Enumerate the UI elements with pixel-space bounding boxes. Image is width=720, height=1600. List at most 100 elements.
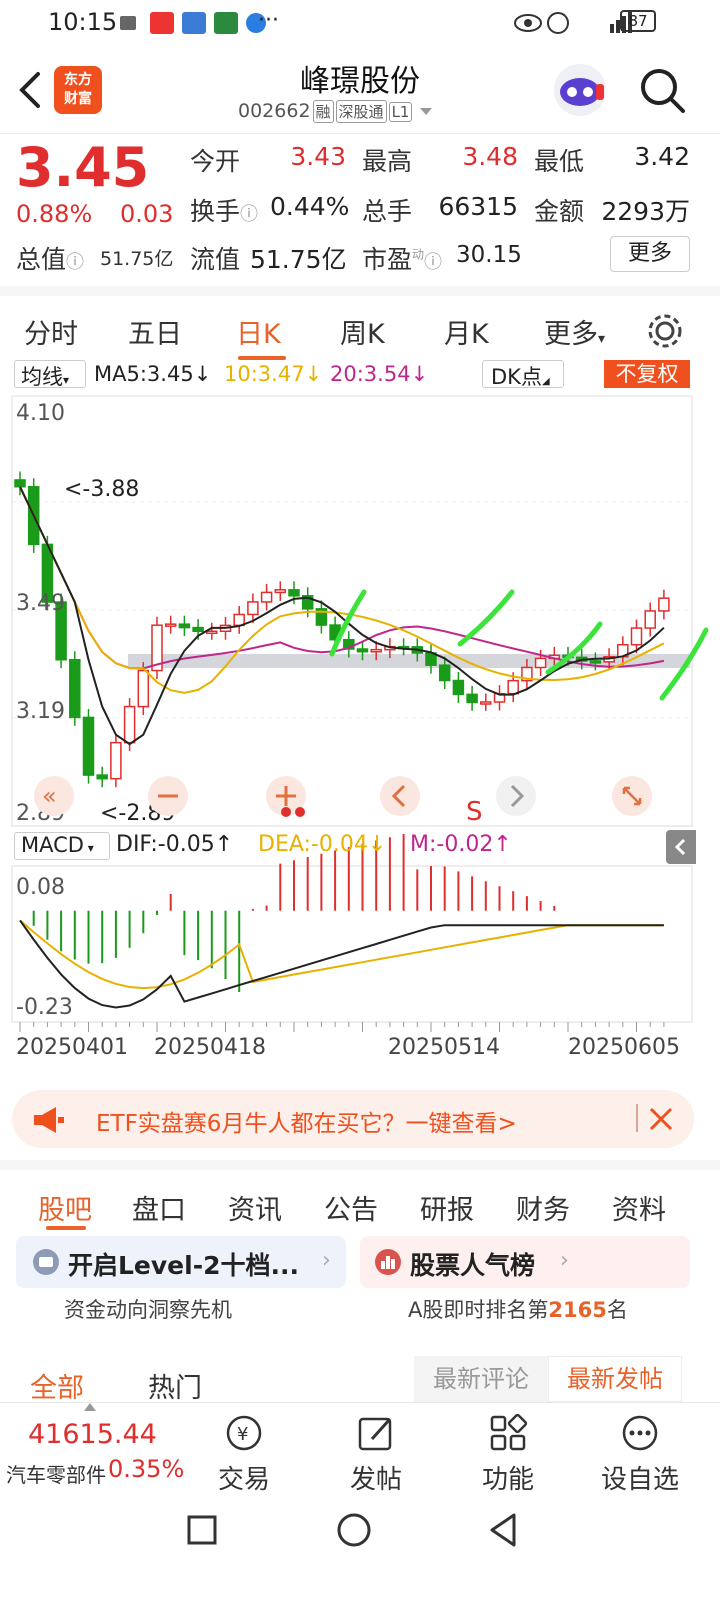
turnover-value: 0.44% <box>270 192 350 221</box>
tab-weekly-k[interactable]: 周K <box>340 312 385 351</box>
sort-latest-post[interactable]: 最新发帖 <box>548 1356 682 1402</box>
functions-grid-icon[interactable] <box>488 1413 528 1453</box>
ranking-icon <box>375 1249 401 1275</box>
open-label: 今开 <box>190 147 241 176</box>
tab-daily-k[interactable]: 日K <box>236 312 281 351</box>
candle <box>630 627 643 646</box>
status-time: 10:15 <box>48 8 118 36</box>
change-amount: 0.03 <box>120 200 174 228</box>
m-value: M:-0.02↑ <box>410 832 512 857</box>
svg-text:¥: ¥ <box>237 1424 248 1445</box>
chevron-right-icon: › <box>322 1248 331 1273</box>
settings-gear-icon[interactable] <box>646 312 684 350</box>
watchlist-icon[interactable] <box>620 1413 660 1453</box>
tab-pankou[interactable]: 盘口 <box>132 1188 186 1227</box>
stock-code: 002662 <box>238 100 311 122</box>
post-button[interactable]: 发帖 <box>336 1459 416 1496</box>
turnover-label: 换手ⓘ <box>190 197 259 226</box>
ma20-line <box>19 486 665 670</box>
more-quote-button[interactable]: 更多 <box>610 236 690 272</box>
candle <box>507 679 519 695</box>
candle <box>356 648 369 653</box>
dk-point-button[interactable]: DK点◢ <box>482 360 564 389</box>
bottom-toolbar: 41615.44 汽车零部件 0.35% ¥ 交易 发帖 功能 设自选 <box>0 1402 720 1498</box>
change-percent: 0.88% <box>16 200 93 228</box>
collapse-panel-icon[interactable] <box>666 830 696 864</box>
tab-hot-posts[interactable]: 热门 <box>148 1366 202 1405</box>
tab-more[interactable]: 更多▾ <box>544 312 605 351</box>
y-tick-3: 3.19 <box>16 699 65 724</box>
tab-guba[interactable]: 股吧 <box>38 1188 92 1227</box>
functions-button[interactable]: 功能 <box>468 1459 548 1496</box>
candle <box>110 741 122 780</box>
ad-banner[interactable]: ETF实盘赛6月牛人都在买它？一键查看> <box>12 1090 694 1148</box>
add-watchlist-button[interactable]: 设自选 <box>600 1459 680 1496</box>
recent-apps-icon[interactable] <box>186 1514 218 1546</box>
trade-button[interactable]: 交易 <box>204 1459 284 1496</box>
banner-divider <box>636 1104 638 1132</box>
candle <box>438 664 451 682</box>
popularity-subtitle: A股即时排名第2165名 <box>408 1298 628 1322</box>
index-value[interactable]: 41615.44 <box>28 1419 157 1450</box>
float-value: 51.75亿 <box>250 245 347 274</box>
total-value: 51.75亿 <box>100 248 174 270</box>
adjust-button[interactable]: 不复权 <box>604 360 690 388</box>
search-icon[interactable] <box>638 66 688 116</box>
candle <box>69 658 81 719</box>
scroll-right-icon <box>496 776 536 816</box>
tab-profile[interactable]: 资料 <box>612 1188 666 1227</box>
macd-tick-top: 0.08 <box>16 875 65 900</box>
tab-intraday[interactable]: 分时 <box>24 312 78 351</box>
popularity-card[interactable]: 股票人气榜 › <box>360 1236 690 1288</box>
current-price: 3.45 <box>16 136 150 199</box>
sort-latest-comment[interactable]: 最新评论 <box>414 1356 548 1402</box>
trade-icon[interactable]: ¥ <box>224 1413 264 1453</box>
candle <box>644 610 656 629</box>
content-tab-indicator <box>46 1226 86 1230</box>
ma10-value: 10:3.47↓ <box>224 362 323 386</box>
tab-research[interactable]: 研报 <box>420 1188 474 1227</box>
close-icon[interactable] <box>648 1106 674 1132</box>
y-tick-2: 3.49 <box>16 591 65 616</box>
megaphone-icon <box>34 1107 64 1133</box>
scroll-left-icon <box>380 776 420 816</box>
tab-five-day[interactable]: 五日 <box>128 312 182 351</box>
kline-chart[interactable]: 4.10 3.49 3.19 2.89 <-3.88 <-2.89 « S 0.… <box>0 392 720 1082</box>
stock-code-line[interactable]: 002662 融深股通 L1 <box>238 100 433 123</box>
high-value: 3.48 <box>462 142 518 171</box>
x-date-4: 20250605 <box>568 1035 680 1060</box>
candle <box>206 630 218 634</box>
total-value-label: 总值ⓘ <box>16 245 85 274</box>
tab-finance[interactable]: 财务 <box>516 1188 570 1227</box>
tag-connect: 深股通 <box>335 100 387 123</box>
notification-icons <box>120 12 266 34</box>
y-tick-top: 4.10 <box>16 401 65 426</box>
popularity-title: 股票人气榜 <box>410 1251 536 1280</box>
dea-value: DEA:-0.04↓ <box>258 832 387 857</box>
back-nav-icon[interactable] <box>486 1512 520 1548</box>
tab-news[interactable]: 资讯 <box>228 1188 282 1227</box>
home-icon[interactable] <box>336 1512 372 1548</box>
low-label: 最低 <box>534 147 585 176</box>
candle <box>260 591 273 603</box>
high-marker: <-3.88 <box>64 477 139 502</box>
battery-icon: 87 <box>620 10 656 32</box>
annotation-stroke-2 <box>457 589 515 647</box>
tab-announcements[interactable]: 公告 <box>324 1188 378 1227</box>
tab-monthly-k[interactable]: 月K <box>444 312 489 351</box>
post-edit-icon[interactable] <box>356 1413 396 1453</box>
ma-selector[interactable]: 均线▾ <box>14 360 86 389</box>
status-icons <box>514 12 632 34</box>
macd-selector[interactable]: MACD ▾ <box>14 832 110 860</box>
candle <box>466 693 478 704</box>
amount-value: 2293万 <box>601 197 690 226</box>
x-axis-ticks <box>19 1022 665 1032</box>
sell-signal: S <box>466 797 483 827</box>
amount-label: 金额 <box>534 197 585 226</box>
robot-assistant-icon[interactable] <box>552 62 608 118</box>
candle <box>480 701 492 705</box>
tab-all-posts[interactable]: 全部 <box>30 1366 84 1405</box>
level2-card[interactable]: 开启Level-2十档... › <box>16 1236 346 1288</box>
ma5-value: MA5:3.45↓ <box>94 362 212 386</box>
dropdown-icon <box>419 108 432 115</box>
